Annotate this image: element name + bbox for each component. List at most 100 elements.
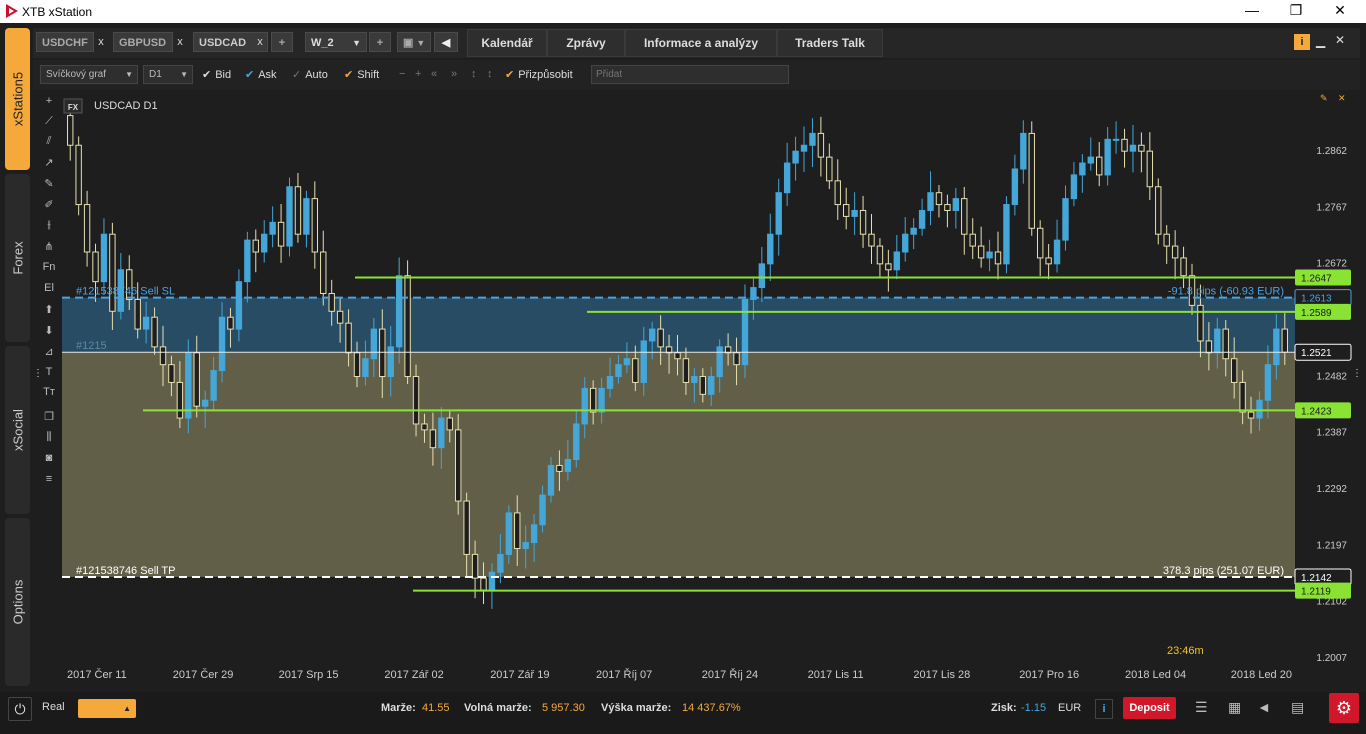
trendline-icon[interactable]: ⟋ (37, 115, 61, 128)
candle-timer: 23:46m (1167, 645, 1204, 657)
candle-body (514, 512, 521, 549)
x-tick-label: 2017 Pro 16 (1019, 669, 1079, 681)
scroll-back-icon[interactable]: « (431, 68, 437, 80)
candle-body (1256, 399, 1263, 419)
zoom-out-icon[interactable]: − (399, 68, 405, 80)
bid-checkbox[interactable]: ✔ Bid (202, 68, 231, 81)
minimize-button[interactable]: — (1232, 2, 1272, 18)
interval-select[interactable]: D1 ▼ (143, 65, 193, 84)
close-panel-icon[interactable]: ✕ (1335, 33, 1345, 47)
templates-icon[interactable]: ❐ (37, 410, 61, 423)
close-tab-usdcad[interactable]: x (253, 32, 267, 52)
candle-body (842, 204, 850, 217)
close-tab-usdchf[interactable]: x (94, 32, 108, 52)
camera-icon[interactable]: ◙ (37, 452, 61, 464)
calendar-icon[interactable]: ▤ (1291, 699, 1304, 716)
arrow-down-icon[interactable]: ⬇ (37, 324, 61, 337)
layout-select[interactable]: ▣ ▼ (397, 32, 431, 52)
candle-body (674, 352, 681, 360)
settings-gear-icon[interactable]: ⚙ (1329, 693, 1359, 723)
workspace-label: W_2 (311, 37, 334, 49)
crosshair-icon[interactable]: + (37, 95, 61, 107)
candle-body (471, 553, 479, 579)
close-chart-icon[interactable]: ✕ (1338, 93, 1346, 103)
back-arrow-button[interactable]: ◀ (434, 32, 458, 52)
maximize-button[interactable]: ❐ (1276, 2, 1316, 19)
vertical-scale-icon[interactable]: ↕ (471, 68, 477, 80)
candle-body (522, 542, 529, 549)
trade-ticket-icon[interactable]: ☰ (1195, 699, 1208, 716)
chart-type-select[interactable]: Svíčkový graf ▼ (40, 65, 138, 84)
candle-body (648, 328, 656, 342)
chevron-down-icon: ▼ (125, 70, 133, 79)
candle-body (227, 316, 234, 330)
vertical-fit-icon[interactable]: ↕ (487, 68, 493, 80)
customize-checkbox[interactable]: ✔ Přizpůsobit (505, 68, 573, 81)
nav-xsocial[interactable]: xSocial (5, 346, 30, 514)
deposit-button[interactable]: Deposit (1123, 697, 1176, 719)
candle-body (294, 186, 302, 235)
free-margin-label: Volná marže: (464, 702, 532, 714)
list-icon[interactable]: ≡ (37, 473, 61, 485)
account-select[interactable]: ▲ (78, 699, 136, 718)
nav-options[interactable]: Options (5, 518, 30, 686)
arrow-up-icon[interactable]: ⬆ (37, 303, 61, 316)
x-tick-label: 2017 Říj 07 (596, 668, 652, 681)
shapes-icon[interactable]: ⊿ (37, 345, 61, 358)
nav-forex[interactable]: Forex (5, 174, 30, 342)
scroll-forward-icon[interactable]: » (451, 68, 457, 80)
text-size-icon[interactable]: Tт (37, 386, 61, 398)
indicators-icon[interactable]: ⫼ (37, 431, 61, 444)
drag-handle-left-icon[interactable]: ⋮ (33, 368, 43, 379)
close-tab-gbpusd[interactable]: x (173, 32, 187, 52)
zoom-in-icon[interactable]: + (415, 68, 421, 80)
candle-body (817, 132, 825, 158)
profit-value: -1.15 (1021, 702, 1047, 714)
add-tab-button[interactable]: + (271, 32, 293, 52)
auto-checkbox[interactable]: ✓ Auto (292, 68, 328, 81)
tab-news[interactable]: Zprávy (547, 29, 625, 57)
close-window-button[interactable]: ✕ (1320, 2, 1360, 19)
candle-body (429, 429, 437, 449)
tab-gbpusd[interactable]: GBPUSD (113, 32, 173, 52)
tab-market-analysis[interactable]: Informace a analýzy (625, 29, 777, 57)
brush-icon[interactable]: ✐ (37, 198, 61, 211)
workspace-select[interactable]: W_2 ▼ (305, 32, 367, 52)
tab-calendar[interactable]: Kalendář (467, 29, 547, 57)
power-icon[interactable]: ⏻ (8, 697, 32, 721)
candle-body (303, 198, 310, 235)
fibonacci-icon[interactable]: ⫲ (37, 219, 61, 232)
edit-icon[interactable]: ✎ (1320, 93, 1328, 103)
table-icon[interactable]: ▦ (1228, 699, 1241, 716)
margin-level-label: Výška marže: (601, 702, 672, 714)
add-workspace-button[interactable]: + (369, 32, 391, 52)
tp-order-label[interactable]: #121538746 Sell TP (76, 565, 176, 577)
account-info-icon[interactable]: i (1095, 699, 1113, 719)
candle-body (1104, 138, 1111, 176)
add-indicator-input[interactable] (591, 65, 789, 84)
candle-body (615, 364, 622, 378)
minimize-panel-icon[interactable]: ▁ (1316, 34, 1325, 48)
price-tag-current: 1.2521 (1301, 348, 1332, 359)
fibonacci-fan-icon[interactable]: Fn (37, 261, 61, 273)
candle-body (387, 346, 394, 378)
candle-body (505, 512, 513, 555)
candle-body (944, 204, 951, 211)
candle-body (826, 156, 833, 182)
megaphone-icon[interactable]: ◄ (1257, 699, 1271, 715)
drag-handle-right-icon[interactable]: ⋮ (1352, 368, 1362, 379)
price-chart[interactable]: 1.2862 1.2767 1.2672 1.2482 1.2387 1.2292 1.21… (37, 93, 1360, 686)
nav-xstation5[interactable]: xStation5 (5, 28, 30, 170)
andrews-pitchfork-icon[interactable]: ⋔ (37, 240, 61, 253)
window-titlebar: XTB xStation — ❐ ✕ (0, 0, 1366, 23)
sl-order-label[interactable]: #121538746 Sell SL (76, 286, 175, 298)
ask-checkbox[interactable]: ✔ Ask (245, 68, 277, 81)
info-icon[interactable]: i (1294, 34, 1310, 50)
tab-traders-talk[interactable]: Traders Talk (777, 29, 883, 57)
pencil-icon[interactable]: ✎ (37, 177, 61, 190)
ray-icon[interactable]: ↗ (37, 156, 61, 169)
shift-checkbox[interactable]: ✔ Shift (344, 68, 379, 81)
elliott-wave-icon[interactable]: El (37, 282, 61, 294)
tab-usdchf[interactable]: USDCHF (36, 32, 94, 52)
channel-icon[interactable]: ⫽ (37, 135, 61, 148)
